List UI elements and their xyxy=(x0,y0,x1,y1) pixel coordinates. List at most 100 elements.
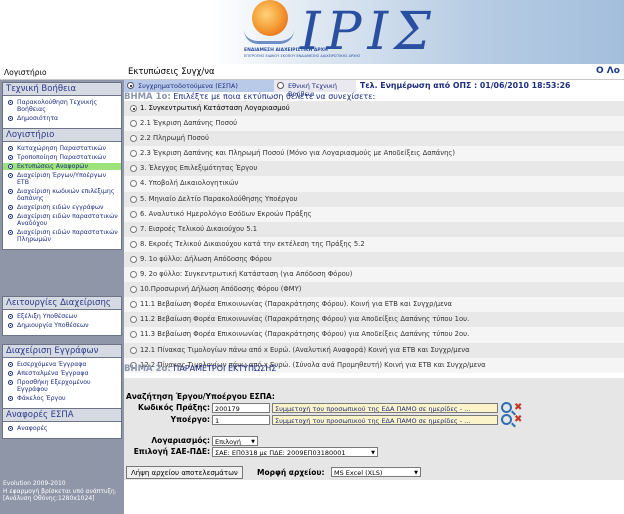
search-icon[interactable] xyxy=(501,402,512,413)
print-option[interactable]: 6. Αναλυτικό Ημερολόγιο Εσόδων Εκροών Πρ… xyxy=(124,206,624,222)
project-code-label: Κωδικός Πράξης: xyxy=(138,403,210,412)
sidebar-section-management: Λειτουργίες Διαχείρισης Εξέλιξη Υποθέσεω… xyxy=(2,296,122,336)
sae-label: Επιλογή ΣΑΕ-ΠΔΕ: xyxy=(133,447,210,456)
sidebar-item-incoming-docs[interactable]: Εισερχόμενα Έγγραφα xyxy=(5,361,119,368)
radio-icon[interactable] xyxy=(130,271,137,279)
sidebar-item-sent-docs[interactable]: Απεσταλμένα Έγγραφα xyxy=(5,370,119,377)
topbar-section-label: Λογιστήριο xyxy=(4,68,47,77)
file-format-label: Μορφή αρχείου: xyxy=(257,468,325,477)
file-format-value: MS Excel (XLS) xyxy=(334,469,383,477)
sidebar-item-manage-projects[interactable]: Διαχείριση Έργων/Υποέργων ΕΤΒ xyxy=(5,172,119,186)
print-option[interactable]: 10.Προσωρινή Δήλωση Απόδοσης Φόρου (ΦΜΥ) xyxy=(124,282,624,298)
radio-icon[interactable] xyxy=(130,210,137,218)
tabs: Συγχρηματοδοτούμενα (ΕΣΠΑ) Εθνική Τεχνικ… xyxy=(124,80,624,98)
print-option[interactable]: 11.1 Βεβαίωση Φορέα Επικοινωνίας (Παρακρ… xyxy=(124,297,624,313)
search-title: Αναζήτηση Έργου/Υποέργου ΕΣΠΑ: xyxy=(126,392,275,401)
radio-icon[interactable] xyxy=(130,105,137,112)
bullet-icon xyxy=(8,155,13,160)
get-results-file-button[interactable]: Λήψη αρχείου αποτελεσμάτων xyxy=(126,466,243,479)
sidebar-item-reports[interactable]: Αναφορές xyxy=(5,425,119,432)
print-option[interactable]: 2.3 Έγκριση Δαπάνης και Πληρωμή Ποσού (Μ… xyxy=(124,146,624,162)
sidebar-item-technical-monitoring[interactable]: Παρακολούθηση Τεχνικής Βοήθειας xyxy=(5,99,119,113)
tab-national-technical-assistance[interactable]: Εθνική Τεχνική Βοήθεια xyxy=(274,80,356,98)
sidebar-item-manage-contractor-docs[interactable]: Διαχείριση ειδών παραστατικών Αναδόχου xyxy=(5,213,119,227)
radio-icon[interactable] xyxy=(130,331,137,339)
sidebar-item-project-folder[interactable]: Φάκελος Έργου xyxy=(5,395,119,402)
print-option[interactable]: 9. 2ο φύλλο: Συγκεντρωτική Κατάσταση (γι… xyxy=(124,267,624,283)
print-option[interactable]: 8. Εκροές Τελικού Δικαιούχου κατά την εκ… xyxy=(124,236,624,252)
search-icon[interactable] xyxy=(501,414,512,425)
sidebar-item-label: Απεσταλμένα Έγγραφα xyxy=(17,370,89,377)
radio-icon[interactable] xyxy=(130,346,137,354)
footer-line: [Ανάλυση Οθόνης:1280x1024] xyxy=(3,495,95,502)
subproject-input[interactable]: 1 xyxy=(212,415,270,425)
sidebar-item-create-case[interactable]: Δημιουργία Υποθέσεων xyxy=(5,322,119,329)
radio-icon[interactable] xyxy=(130,195,137,203)
sidebar-section-title: Λογιστήριο xyxy=(2,128,122,142)
sidebar-section-title: Τεχνική Βοήθεια xyxy=(2,82,122,96)
sidebar-item-register-documents[interactable]: Καταχώρηση Παραστατικών xyxy=(5,145,119,152)
project-code-input[interactable]: 200179 xyxy=(212,403,270,413)
radio-icon[interactable] xyxy=(130,255,137,263)
sidebar-item-label: Διαχείριση ειδών παραστατικών Αναδόχου xyxy=(17,213,118,227)
sidebar-item-add-outgoing-doc[interactable]: Προσθήκη Εξερχομένου Εγγράφου xyxy=(5,379,119,393)
radio-icon[interactable] xyxy=(130,165,137,173)
radio-icon[interactable] xyxy=(130,240,137,248)
print-option[interactable]: 9. 1ο φύλλο: Δήλωση Απόδοσης Φόρου xyxy=(124,251,624,268)
radio-icon[interactable] xyxy=(130,180,137,188)
sidebar-item-label: Διαχείριση κωδικών επιλέξιμης δαπάνης xyxy=(17,188,115,202)
print-option[interactable]: 4. Υποβολή Δικαιολογητικών xyxy=(124,176,624,192)
print-option-label: 8. Εκροές Τελικού Δικαιούχου κατά την εκ… xyxy=(140,239,365,248)
subproject-description-field[interactable]: Συμμετοχή του προσωπικού της ΕΔΑ ΠΑΜΟ σε… xyxy=(272,415,498,425)
radio-icon[interactable] xyxy=(130,301,137,309)
sidebar-item-publicity[interactable]: Δημοσιότητα xyxy=(5,115,119,122)
sae-select-value: ΣΑΕ: ΕΠ0318 με ΠΔΕ: 2009ΕΠ03180001 xyxy=(215,449,346,457)
file-format-select[interactable]: MS Excel (XLS) ▼ xyxy=(331,467,421,477)
bullet-icon xyxy=(8,380,13,385)
sidebar-item-case-progress[interactable]: Εξέλιξη Υποθέσεων xyxy=(5,313,119,320)
print-option[interactable]: 7. Εισροές Τελικού Δικαιούχου 5.1 xyxy=(124,221,624,237)
print-option-label: 1. Συγκεντρωτική Κατάσταση Λογαριασμού xyxy=(140,104,290,112)
print-option[interactable]: 11.2 Βεβαίωση Φορέα Επικοινωνίας (Παρακρ… xyxy=(124,312,624,328)
logo-text: IPIΣ xyxy=(300,2,437,62)
print-option[interactable]: 2.1 Έγκριση Δαπάνης Ποσού xyxy=(124,116,624,132)
radio-icon[interactable] xyxy=(130,225,137,233)
print-option[interactable]: 11.3 Βεβαίωση Φορέα Επικοινωνίας (Παρακρ… xyxy=(124,327,624,343)
print-option[interactable]: 3. Έλεγχος Επιλεξιμότητας Έργου xyxy=(124,161,624,177)
sae-select[interactable]: ΣΑΕ: ΕΠ0318 με ΠΔΕ: 2009ΕΠ03180001 ▼ xyxy=(212,447,378,457)
print-option[interactable]: 5. Μηνιαίο Δελτίο Παρακολούθησης Υποέργο… xyxy=(124,191,624,207)
clear-icon[interactable]: ✖ xyxy=(514,403,524,413)
account-select[interactable]: Επιλογή ▼ xyxy=(212,436,258,446)
radio-icon[interactable] xyxy=(130,286,137,294)
account-select-value: Επιλογή xyxy=(215,438,242,446)
sidebar-item-manage-doc-types[interactable]: Διαχείριση ειδών εγγράφων xyxy=(5,204,119,211)
radio-icon[interactable] xyxy=(130,316,137,324)
sidebar-item-label: Εξέλιξη Υποθέσεων xyxy=(17,313,78,320)
sidebar-item-report-prints[interactable]: Εκτυπώσεις Αναφορών xyxy=(3,163,121,170)
sidebar-item-label: Δημιουργία Υποθέσεων xyxy=(17,322,89,329)
sidebar-item-label: Αναφορές xyxy=(17,425,48,432)
sidebar-section-body: Παρακολούθηση Τεχνικής Βοήθειας Δημοσιότ… xyxy=(2,96,122,129)
project-description-field[interactable]: Συμμετοχή του προσωπικού της ΕΔΑ ΠΑΜΟ σε… xyxy=(272,403,498,413)
step1-heading: ΒΗΜΑ 1ο: Επιλέξτε με ποια εκτύπωση θέλετ… xyxy=(124,92,624,102)
print-option[interactable]: 12.1 Πίνακας Τιμολογίων πάνω από x Ευρώ.… xyxy=(124,342,624,358)
step2-heading: ΒΗΜΑ 2ο: ΠΑΡΑΜΕΤΡΟΙ ΕΚΤΥΠΩΣΗΣ xyxy=(124,364,624,376)
sidebar-item-manage-expense-codes[interactable]: Διαχείριση κωδικών επιλέξιμης δαπάνης xyxy=(5,188,119,202)
topbar-user-link[interactable]: Ο Λο xyxy=(596,66,620,76)
radio-icon[interactable] xyxy=(130,120,137,128)
print-option[interactable]: 1. Συγκεντρωτική Κατάσταση Λογαριασμού xyxy=(124,101,624,117)
sidebar-section-title: Διαχείριση Εγγράφων xyxy=(2,344,122,358)
radio-icon[interactable] xyxy=(130,135,137,143)
subproject-label: Υποέργο: xyxy=(170,415,210,424)
chevron-down-icon: ▼ xyxy=(371,450,375,456)
tab-espa[interactable]: Συγχρηματοδοτούμενα (ΕΣΠΑ) xyxy=(124,80,274,92)
sidebar-item-manage-payment-docs[interactable]: Διαχείριση ειδών παραστατικών Πληρωμών xyxy=(5,229,119,243)
clear-icon[interactable]: ✖ xyxy=(514,415,524,425)
bullet-icon xyxy=(8,396,13,401)
sidebar-section-body: Εξέλιξη Υποθέσεων Δημιουργία Υποθέσεων xyxy=(2,310,122,336)
action-row: Λήψη αρχείου αποτελεσμάτων Μορφή αρχείου… xyxy=(124,464,624,480)
print-option[interactable]: 2.2 Πληρωμή Ποσού xyxy=(124,131,624,147)
sidebar-item-modify-documents[interactable]: Τροποποίηση Παραστατικών xyxy=(5,154,119,161)
radio-icon[interactable] xyxy=(130,150,137,158)
print-option-label: 6. Αναλυτικό Ημερολόγιο Εσόδων Εκροών Πρ… xyxy=(140,209,312,218)
